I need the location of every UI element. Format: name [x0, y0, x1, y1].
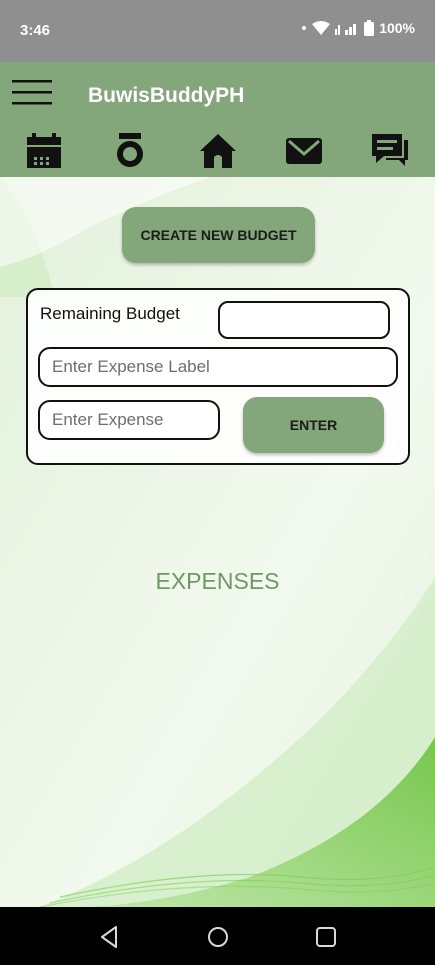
status-icons: 100% [301, 20, 415, 36]
background-decoration [0, 177, 435, 907]
system-nav-bar [0, 907, 435, 965]
wifi-icon [312, 21, 331, 35]
status-bar: 3:46 100% [0, 0, 435, 62]
expenses-heading: EXPENSES [155, 568, 280, 594]
calendar-icon[interactable] [24, 130, 64, 170]
recents-icon[interactable] [313, 924, 339, 950]
home-nav-icon[interactable] [205, 924, 231, 950]
chat-icon[interactable] [370, 130, 410, 170]
data-arrows-icon [302, 26, 307, 30]
create-new-budget-button[interactable]: CREATE NEW BUDGET [122, 207, 315, 263]
expense-amount-input[interactable] [38, 400, 220, 440]
battery-icon [364, 20, 375, 36]
camera-icon[interactable] [110, 130, 150, 170]
menu-icon[interactable] [12, 78, 52, 108]
app-title: BuwisBuddyPH [88, 84, 245, 107]
status-time: 3:46 [20, 22, 51, 39]
home-icon[interactable] [198, 130, 238, 170]
enter-button[interactable]: ENTER [243, 397, 384, 453]
back-icon[interactable] [97, 924, 123, 950]
expense-label-input[interactable] [38, 347, 398, 387]
app-screen: 3:46 100% BuwisBuddyPH CREATE NEW BUDGET… [0, 0, 435, 965]
mail-icon[interactable] [284, 130, 324, 170]
app-bar: BuwisBuddyPH [0, 62, 435, 177]
remaining-budget-value [218, 301, 390, 339]
signal-icon [335, 24, 357, 35]
battery-percent: 100% [379, 20, 415, 36]
tab-row [0, 130, 435, 174]
remaining-budget-label: Remaining Budget [40, 304, 180, 323]
budget-entry-card: Remaining Budget ENTER [26, 288, 410, 465]
